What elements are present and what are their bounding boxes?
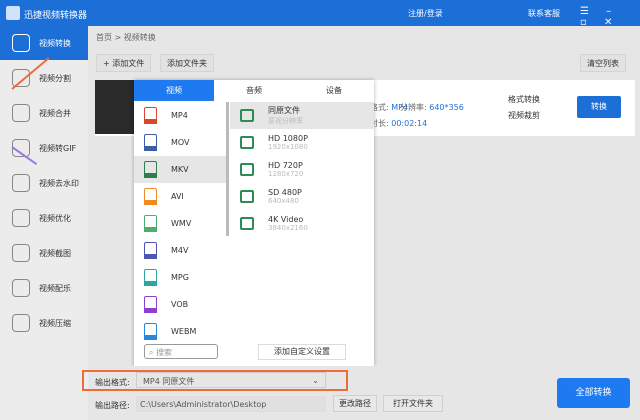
add-file-button[interactable]: + 添加文件 (96, 54, 152, 72)
sidebar-item-screenshot[interactable]: 视频截图 (0, 236, 88, 270)
format-label: WMV (171, 219, 192, 228)
video-film-icon (240, 136, 254, 149)
file-format-icon (144, 242, 157, 259)
login-link[interactable]: 注册/登录 (408, 8, 443, 19)
format-item-vob[interactable]: VOB (134, 291, 226, 318)
compress-icon (12, 314, 30, 332)
sidebar-item-label: 视频压缩 (39, 318, 71, 328)
resolution-name: HD 720P (268, 161, 303, 170)
video-film-icon (240, 217, 254, 230)
title-bar: 迅捷视频转换器 注册/登录 联系客服 ☰ – ▫ ✕ (0, 0, 640, 28)
format-label: AVI (171, 192, 184, 201)
output-path-label: 输出路径: (95, 401, 130, 410)
sidebar-item-label: 视频转换 (39, 38, 71, 48)
video-film-icon (240, 109, 254, 122)
format-item-mpg[interactable]: MPG (134, 264, 226, 291)
file-format-icon (144, 269, 157, 286)
convert-all-button[interactable]: 全部转换 (557, 378, 630, 408)
sidebar-item-label: 视频截图 (39, 248, 71, 258)
resolution-item[interactable]: SD 480P 640x480 (230, 183, 374, 210)
format-label: MP4 (171, 111, 188, 120)
convert-icon (12, 34, 30, 52)
video-film-icon (240, 190, 254, 203)
support-link[interactable]: 联系客服 (528, 8, 560, 19)
sidebar-item-compress[interactable]: 视频压缩 (0, 306, 88, 340)
open-folder-button[interactable]: 打开文件夹 (383, 395, 443, 412)
optimize-icon (12, 209, 30, 227)
sidebar-item-label: 视频配乐 (39, 283, 71, 293)
resolution-name: SD 480P (268, 188, 302, 197)
file-format-icon (144, 188, 157, 205)
format-item-m4v[interactable]: M4V (134, 237, 226, 264)
tab-device[interactable]: 设备 (294, 80, 374, 101)
search-input[interactable]: ⌕ 搜索 (144, 344, 218, 359)
convert-button[interactable]: 转换 (577, 96, 621, 118)
app-title: 迅捷视频转换器 (24, 11, 88, 21)
file-format-icon (144, 215, 157, 232)
resolution-name: 同原文件 (268, 106, 300, 115)
resolution-sub: 原视分辨率 (268, 117, 303, 125)
sidebar-item-label: 视频合并 (39, 108, 71, 118)
add-folder-button[interactable]: 添加文件夹 (160, 54, 214, 72)
file-duration: 时长: 00:02:14 (370, 119, 428, 128)
file-resolution: 分辨率: 640*356 (400, 103, 464, 112)
format-label: WEBM (171, 327, 197, 336)
breadcrumb: 首页 > 视频转换 (96, 33, 156, 42)
format-item-wmv[interactable]: WMV (134, 210, 226, 237)
app-logo-icon (6, 6, 20, 20)
resolution-item[interactable]: 同原文件 原视分辨率 (230, 102, 374, 129)
add-custom-setting-button[interactable]: 添加自定义设置 (258, 344, 346, 360)
file-format-icon (144, 161, 157, 178)
resolution-sub: 1280x720 (268, 170, 304, 178)
format-item-mp4[interactable]: MP4 (134, 102, 226, 129)
file-format-icon (144, 296, 157, 313)
resolution-sub: 3840x2160 (268, 224, 308, 232)
file-format-icon (144, 134, 157, 151)
resolution-item[interactable]: HD 1080P 1920x1080 (230, 129, 374, 156)
format-popup: 视频 音频 设备 MP4 MOV MKV AVI WMV M4V MPG VOB WEBM 同原… (134, 80, 374, 366)
format-list-scrollbar[interactable] (226, 102, 229, 236)
format-item-webm[interactable]: WEBM (134, 318, 226, 345)
resolution-name: HD 1080P (268, 134, 308, 143)
file-format-icon (144, 107, 157, 124)
file-format-icon (144, 323, 157, 340)
format-item-avi[interactable]: AVI (134, 183, 226, 210)
tab-video[interactable]: 视频 (134, 80, 214, 101)
sidebar-item-merge[interactable]: 视频合并 (0, 96, 88, 130)
tab-audio[interactable]: 音频 (214, 80, 294, 101)
video-cut-link[interactable]: 视频裁剪 (508, 110, 540, 121)
clear-list-button[interactable]: 清空列表 (580, 54, 626, 72)
music-icon (12, 279, 30, 297)
sidebar-item-music[interactable]: 视频配乐 (0, 271, 88, 305)
screenshot-icon (12, 244, 30, 262)
format-item-mov[interactable]: MOV (134, 129, 226, 156)
format-convert-link[interactable]: 格式转换 (508, 94, 540, 105)
format-label: MPG (171, 273, 189, 282)
resolution-sub: 640x480 (268, 197, 299, 205)
change-path-button[interactable]: 更改路径 (333, 395, 377, 412)
sidebar-item-label: 视频转GIF (39, 143, 77, 153)
resolution-item[interactable]: 4K Video 3840x2160 (230, 210, 374, 237)
video-film-icon (240, 163, 254, 176)
resolution-item[interactable]: HD 720P 1280x720 (230, 156, 374, 183)
window-controls[interactable]: ☰ – ▫ ✕ (580, 6, 640, 28)
sidebar-item-optimize[interactable]: 视频优化 (0, 201, 88, 235)
highlight-box (82, 370, 348, 391)
sidebar-item-label: 视频优化 (39, 213, 71, 223)
format-label: MOV (171, 138, 190, 147)
format-label: M4V (171, 246, 189, 255)
format-label: VOB (171, 300, 189, 309)
sidebar-item-watermark[interactable]: 视频去水印 (0, 166, 88, 200)
sidebar-item-split[interactable]: 视频分割 (0, 61, 88, 95)
sidebar-item-convert[interactable]: 视频转换 (0, 26, 88, 60)
output-path-field[interactable]: C:\Users\Administrator\Desktop (136, 396, 326, 412)
sidebar-item-label: 视频去水印 (39, 178, 79, 188)
resolution-sub: 1920x1080 (268, 143, 308, 151)
resolution-name: 4K Video (268, 215, 304, 224)
format-item-mkv[interactable]: MKV (134, 156, 226, 183)
merge-icon (12, 104, 30, 122)
watermark-icon (12, 174, 30, 192)
format-label: MKV (171, 165, 189, 174)
sidebar-item-label: 视频分割 (39, 73, 71, 83)
